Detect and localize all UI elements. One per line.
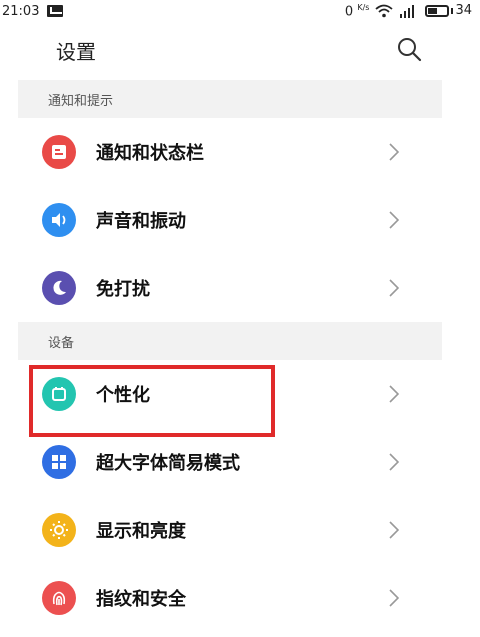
page-title: 设置 <box>56 39 96 64</box>
settings-item-sound[interactable]: 声音和振动 <box>18 186 442 254</box>
settings-item-label: 个性化 <box>96 385 150 406</box>
personalization-icon <box>42 377 76 411</box>
sound-icon <box>42 203 76 237</box>
header: 设置 <box>0 22 480 78</box>
settings-list: 通知和提示 通知和状态栏 声音和振动 免打扰 设备 个性化 超大字体简易模式 显… <box>18 80 442 632</box>
settings-item-fingerprint-security[interactable]: 指纹和安全 <box>18 564 442 632</box>
section-header-device: 设备 <box>18 322 442 360</box>
settings-item-large-font-mode[interactable]: 超大字体简易模式 <box>18 428 442 496</box>
status-time: 21:03 <box>2 3 40 19</box>
settings-item-label: 超大字体简易模式 <box>96 453 240 474</box>
chevron-right-icon <box>388 385 400 403</box>
chevron-right-icon <box>388 143 400 161</box>
chevron-right-icon <box>388 453 400 471</box>
section-header-notifications: 通知和提示 <box>18 80 442 118</box>
settings-item-notifications[interactable]: 通知和状态栏 <box>18 118 442 186</box>
grid-icon <box>42 445 76 479</box>
network-speed: 0 K/s <box>344 2 370 20</box>
fingerprint-icon <box>42 581 76 615</box>
settings-item-personalization[interactable]: 个性化 <box>18 360 442 428</box>
status-bar: 21:03 0 K/s 34 <box>0 0 480 22</box>
settings-item-display-brightness[interactable]: 显示和亮度 <box>18 496 442 564</box>
chevron-right-icon <box>388 211 400 229</box>
battery-icon <box>425 4 450 17</box>
settings-item-label: 声音和振动 <box>96 211 186 232</box>
network-speed-unit: K/s <box>357 2 370 12</box>
battery-level: 34 <box>455 3 472 19</box>
section-title: 设备 <box>48 335 75 351</box>
signal-icon <box>400 4 415 18</box>
settings-item-label: 免打扰 <box>96 279 150 300</box>
chevron-right-icon <box>388 521 400 539</box>
battery-indicator: 34 <box>425 3 472 18</box>
settings-item-label: 显示和亮度 <box>96 521 186 542</box>
notification-icon <box>42 135 76 169</box>
sun-icon <box>42 513 76 547</box>
settings-item-label: 通知和状态栏 <box>96 143 204 164</box>
wifi-icon <box>375 4 394 18</box>
chevron-right-icon <box>388 279 400 297</box>
search-button[interactable] <box>396 36 424 64</box>
settings-item-do-not-disturb[interactable]: 免打扰 <box>18 254 442 322</box>
section-title: 通知和提示 <box>48 93 114 109</box>
mail-icon <box>47 5 64 17</box>
chevron-right-icon <box>388 589 400 607</box>
search-icon <box>398 38 422 62</box>
moon-icon <box>42 271 76 305</box>
settings-item-label: 指纹和安全 <box>96 589 186 610</box>
